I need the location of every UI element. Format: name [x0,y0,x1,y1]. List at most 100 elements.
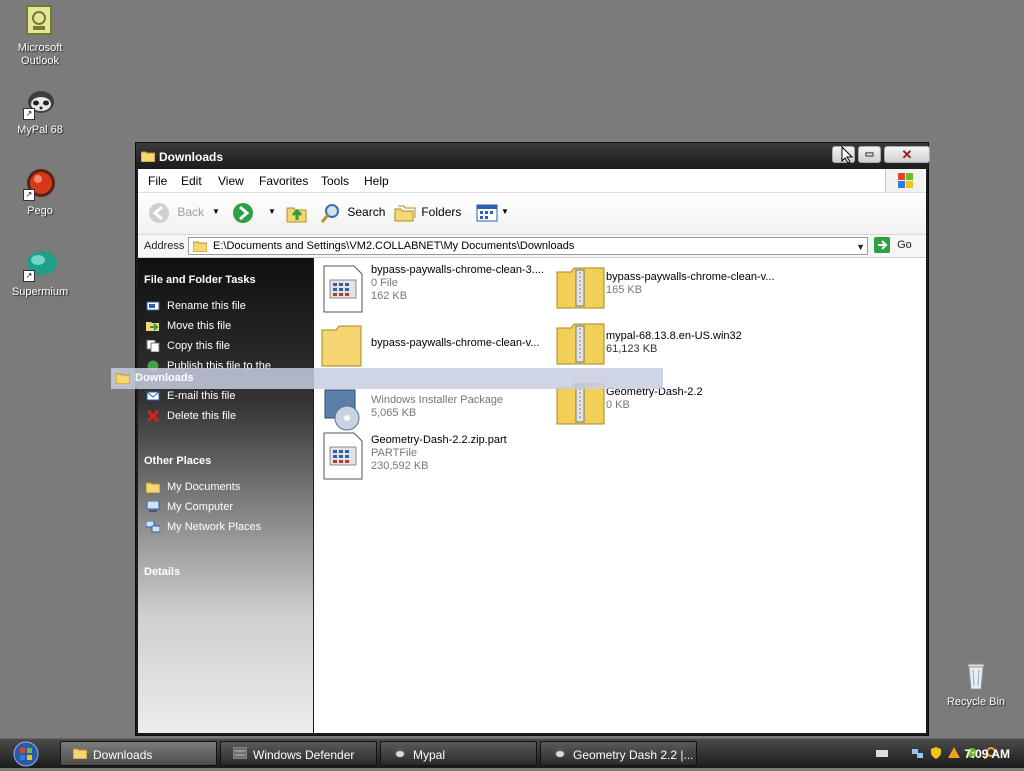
close-button[interactable]: ✕ [884,146,930,163]
details-heading[interactable]: Details [144,566,180,578]
move-file-link[interactable]: Move this file [146,320,231,332]
file-name: bypass-paywalls-chrome-clean-3.... [371,264,545,276]
my-computer-link[interactable]: My Computer [146,500,233,513]
file-name: bypass-paywalls-chrome-clean-v... [371,337,540,349]
back-button[interactable]: Back [148,202,204,224]
desktop-icon-label: Recycle Bin [946,696,1006,708]
menu-favorites[interactable]: Favorites [259,174,308,188]
file-list-pane: bypass-paywalls-chrome-clean-3.... 0 Fil… [314,258,926,733]
taskbar-button-geometry-dash[interactable]: Geometry Dash 2.2 |... [540,741,697,766]
file-name: mypal-68.13.8.en-US.win32 [606,330,742,342]
explorer-window: Downloads _ ▭ ✕ File Edit View Favorites… [135,142,930,736]
views-dropdown-icon[interactable]: ▼ [501,207,509,216]
outlook-icon [23,4,57,38]
forward-button[interactable] [232,202,254,227]
up-folder-icon [286,207,307,223]
file-item[interactable]: Geometry-Dash-2.2.zip.part PARTFile 230,… [321,431,553,485]
file-item[interactable]: Windows Installer Package 5,065 KB [319,384,551,438]
forward-arrow-icon [233,203,253,223]
delete-file-link[interactable]: Delete this file [146,410,236,423]
email-file-link[interactable]: E-mail this file [146,390,235,402]
desktop-icon-label: Microsoft [17,42,63,54]
shortcut-arrow-icon: ↗ [23,108,35,120]
file-type: Windows Installer Package [371,394,504,406]
window-title: Downloads [159,150,224,164]
warning-icon[interactable] [948,747,960,759]
rename-file-link[interactable]: Rename this file [146,300,246,312]
file-folder-tasks-heading[interactable]: File and Folder Tasks [144,274,256,286]
menu-tools[interactable]: Tools [321,174,349,188]
pego-icon: ↗ [23,167,57,201]
desktop-icon-label: Outlook [21,55,59,67]
network-icon [145,520,161,533]
menu-file[interactable]: File [148,174,167,188]
forward-dropdown-icon[interactable]: ▼ [268,207,276,216]
delete-x-icon [146,410,160,423]
window-titlebar[interactable]: Downloads _ ▭ ✕ [136,143,930,169]
security-shield-icon[interactable] [930,747,942,759]
go-button[interactable]: Go [874,237,912,255]
keyboard-icon[interactable] [876,747,888,759]
my-documents-link[interactable]: My Documents [145,481,240,494]
taskbar-button-downloads[interactable]: Downloads [60,741,217,766]
file-item[interactable]: bypass-paywalls-chrome-clean-v... 165 KB [556,264,788,318]
file-type: 0 File [371,277,398,289]
file-type: PARTFile [371,447,418,459]
copy-icon [146,339,160,353]
mypal-raccoon-icon [553,747,567,760]
supermium-icon: ↗ [23,248,57,282]
desktop-icon-outlook[interactable]: Microsoft Outlook [0,4,80,68]
clock: 7:09 AM [964,747,1010,761]
desktop-icon-supermium[interactable]: ↗ Supermium [0,248,80,299]
taskbar-button-windows-defender[interactable]: Windows Defender [220,741,377,766]
taskbar-button-mypal[interactable]: Mypal [380,741,537,766]
menu-view[interactable]: View [218,174,244,188]
desktop-icon-mypal[interactable]: ↗ MyPal 68 [0,86,80,137]
folders-button[interactable]: Folders [394,202,461,224]
address-value: E:\Documents and Settings\VM2.COLLABNET\… [213,240,575,252]
menu-help[interactable]: Help [364,174,389,188]
file-size: 0 KB [606,399,630,411]
desktop-icon-pego[interactable]: ↗ Pego [0,167,80,218]
recycle-bin-icon [959,658,993,692]
drag-ghost-label: Downloads [135,372,194,384]
toolbar: Back ▼ ▼ Search Folders ▼ [138,193,926,235]
shortcut-arrow-icon: ↗ [23,189,35,201]
defender-icon [232,746,248,760]
copy-file-link[interactable]: Copy this file [146,339,230,353]
desktop-icon-label: Pego [27,205,53,217]
maximize-button[interactable]: ▭ [858,146,881,163]
file-name: bypass-paywalls-chrome-clean-v... [606,271,775,283]
address-dropdown-icon[interactable]: ▼ [856,242,865,252]
folders-icon [394,205,416,222]
file-item[interactable]: mypal-68.13.8.en-US.win32 61,123 KB [556,320,788,374]
folder-icon [115,372,131,387]
network-tray-icon[interactable] [912,747,924,759]
my-documents-folder-icon [145,481,161,494]
back-dropdown-icon[interactable]: ▼ [212,207,220,216]
address-input[interactable]: E:\Documents and Settings\VM2.COLLABNET\… [188,237,868,255]
shortcut-arrow-icon: ↗ [23,270,35,282]
move-icon [146,320,160,332]
desktop-icon-label: Supermium [11,286,69,298]
other-places-heading[interactable]: Other Places [144,455,211,467]
my-network-places-link[interactable]: My Network Places [145,520,261,533]
zip-folder-icon [556,320,605,370]
rename-icon [146,300,160,312]
drag-ghost-titlebar: Downloads [111,368,663,389]
views-button[interactable] [476,202,498,227]
up-folder-button[interactable] [286,202,308,227]
menu-edit[interactable]: Edit [181,174,202,188]
start-button[interactable] [6,740,46,768]
mypal-raccoon-icon: ↗ [23,86,57,120]
generic-file-icon [321,264,365,314]
file-size: 162 KB [371,290,408,302]
file-item[interactable]: bypass-paywalls-chrome-clean-3.... 0 Fil… [321,264,553,318]
go-arrow-icon [874,237,890,253]
windows-logo-icon [885,169,924,192]
zip-folder-icon [556,264,605,314]
menu-bar: File Edit View Favorites Tools Help [138,169,926,193]
email-icon [146,390,160,402]
desktop-icon-recycle-bin[interactable]: Recycle Bin [936,658,1016,709]
search-button[interactable]: Search [320,202,385,224]
